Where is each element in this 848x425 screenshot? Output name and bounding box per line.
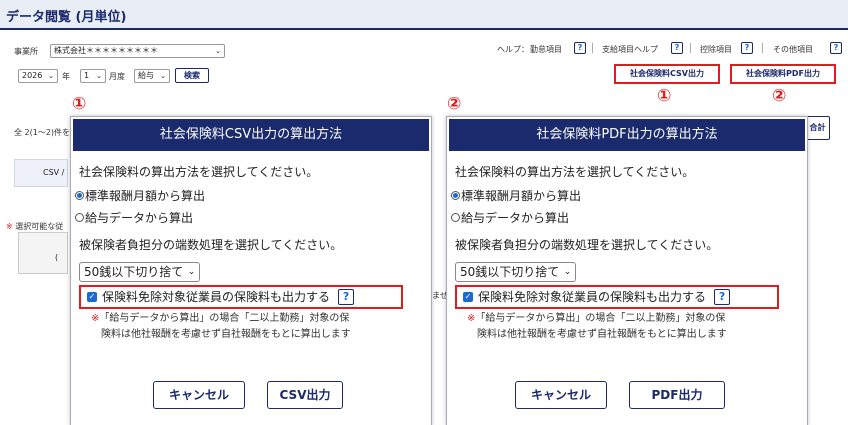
radio-payroll-option[interactable]: 給与データから算出 [75,209,193,226]
office-label: 事業所 [14,47,38,56]
help-button[interactable]: ? [714,288,731,305]
help-payment-button[interactable]: ? [671,42,683,54]
social-insurance-pdf-button[interactable]: 社会保険料PDF出力 [730,64,836,84]
modal-marker-two: ② [447,94,462,114]
note-line-2: 険料は他社報酬を考慮せず自社報酬をもとに算出します [101,329,351,340]
background-panel: ( [18,232,68,274]
calculation-note: ※「給与データから算出」の場合「二以上勤務」対象の保 険料は他社報酬を考慮せず自… [467,311,727,343]
radio-standard-option[interactable]: 標準報酬月額から算出 [75,187,205,204]
year-suffix: 年 [62,72,70,81]
radio-standard-label: 標準報酬月額から算出 [85,189,206,203]
help-deduction-button[interactable]: ? [741,42,753,54]
modal-title: 社会保険料CSV出力の算出方法 [73,119,429,151]
include-exempt-label: 保険料免除対象従業員の保険料も出力する [102,290,331,304]
chevron-down-icon: ⌄ [215,47,221,55]
office-select-value: 株式会社＊＊＊＊＊＊＊＊＊ [54,46,158,55]
marker-one: ① [657,86,672,106]
total-button[interactable]: 合計 [805,116,830,140]
pdf-output-button[interactable]: PDF出力 [629,381,725,409]
csv-tab-label: CSV / [43,168,65,177]
rounding-select[interactable]: 50銭以下切り捨て ⌄ [79,262,201,282]
help-label: ヘルプ： [497,45,529,54]
csv-tab[interactable]: CSV / [14,159,68,187]
radio-unselected-icon[interactable] [75,213,84,222]
calculation-prompt: 社会保険料の算出方法を選択してください。 [455,165,695,179]
radio-unselected-icon[interactable] [451,213,460,222]
radio-standard-label: 標準報酬月額から算出 [461,189,582,203]
background-panel-text: ( [55,253,59,262]
rounding-select[interactable]: 50銭以下切り捨て ⌄ [455,262,577,282]
help-item-payment: 支給項目ヘルプ [602,45,658,54]
rounding-select-value: 50銭以下切り捨て [460,265,560,279]
rounding-select-value: 50銭以下切り捨て [84,265,184,279]
page-title: データ閲覧 (月単位) [6,10,127,25]
note-line-1: 「給与データから算出」の場合「二以上勤務」対象の保 [99,313,350,324]
record-count: 全 2(1〜2)件を [14,128,71,137]
divider [690,43,691,53]
help-attendance-button[interactable]: ? [574,42,586,54]
radio-payroll-option[interactable]: 給与データから算出 [451,209,569,226]
radio-standard-option[interactable]: 標準報酬月額から算出 [451,187,581,204]
rounding-prompt: 被保険者負担分の端数処理を選択してください。 [455,238,719,252]
chevron-down-icon: ⌄ [48,72,54,80]
pdf-calculation-modal: 社会保険料PDF出力の算出方法 社会保険料の算出方法を選択してください。 標準報… [446,116,808,425]
chevron-down-icon: ⌄ [563,267,572,277]
rounding-prompt: 被保険者負担分の端数処理を選択してください。 [79,238,343,252]
include-exempt-label: 保険料免除対象従業員の保険料も出力する [478,290,707,304]
cancel-button[interactable]: キャンセル [153,381,245,409]
checkbox-checked-icon[interactable]: ✓ [463,291,473,302]
divider [762,43,763,53]
csv-output-button[interactable]: CSV出力 [267,381,343,409]
note-line-1: 「給与データから算出」の場合「二以上勤務」対象の保 [475,313,726,324]
modal-marker-one: ① [72,94,87,114]
year-select[interactable]: 2026 ⌄ [18,69,58,83]
cancel-button[interactable]: キャンセル [515,381,607,409]
page-header: データ閲覧 (月単位) [0,0,848,30]
chevron-down-icon: ⌄ [160,72,166,80]
calculation-note: ※「給与データから算出」の場合「二以上勤務」対象の保 険料は他社報酬を考慮せず自… [91,311,351,343]
include-exempt-checkbox-row[interactable]: ✓ 保険料免除対象従業員の保険料も出力する? [79,285,403,309]
help-button[interactable]: ? [338,288,355,305]
month-select[interactable]: 1 ⌄ [80,69,106,83]
notice-body: 選択可能な従 [15,222,64,231]
calculation-prompt: 社会保険料の算出方法を選択してください。 [79,165,319,179]
help-other-button[interactable]: ? [830,42,842,54]
radio-payroll-label: 給与データから算出 [85,211,194,225]
year-select-value: 2026 [22,71,43,80]
radio-selected-icon[interactable] [75,191,84,200]
chevron-down-icon: ⌄ [187,267,196,277]
help-item-deduction: 控除項目 [700,45,732,54]
radio-payroll-label: 給与データから算出 [461,211,570,225]
type-select-value: 給与 [138,71,154,80]
modal-title: 社会保険料PDF出力の算出方法 [449,119,805,151]
month-suffix: 月度 [109,72,125,81]
month-select-value: 1 [84,71,90,80]
marker-two: ② [772,86,787,106]
note-line-2: 険料は他社報酬を考慮せず自社報酬をもとに算出します [477,329,727,340]
type-select[interactable]: 給与 ⌄ [134,69,170,83]
office-select[interactable]: 株式会社＊＊＊＊＊＊＊＊＊ ⌄ [50,44,225,58]
notice-text: ※ 選択可能な従 [6,221,63,232]
radio-selected-icon[interactable] [451,191,460,200]
checkbox-checked-icon[interactable]: ✓ [87,291,97,302]
csv-calculation-modal: 社会保険料CSV出力の算出方法 社会保険料の算出方法を選択してください。 標準報… [70,116,432,425]
chevron-down-icon: ⌄ [96,72,102,80]
social-insurance-csv-button[interactable]: 社会保険料CSV出力 [614,64,720,84]
help-item-other: その他項目 [773,45,813,54]
help-item-attendance: 勤怠項目 [530,45,562,54]
include-exempt-checkbox-row[interactable]: ✓ 保険料免除対象従業員の保険料も出力する? [455,285,779,309]
notice-mark: ※ [6,222,13,231]
search-button[interactable]: 検索 [175,68,209,83]
divider [592,43,593,53]
